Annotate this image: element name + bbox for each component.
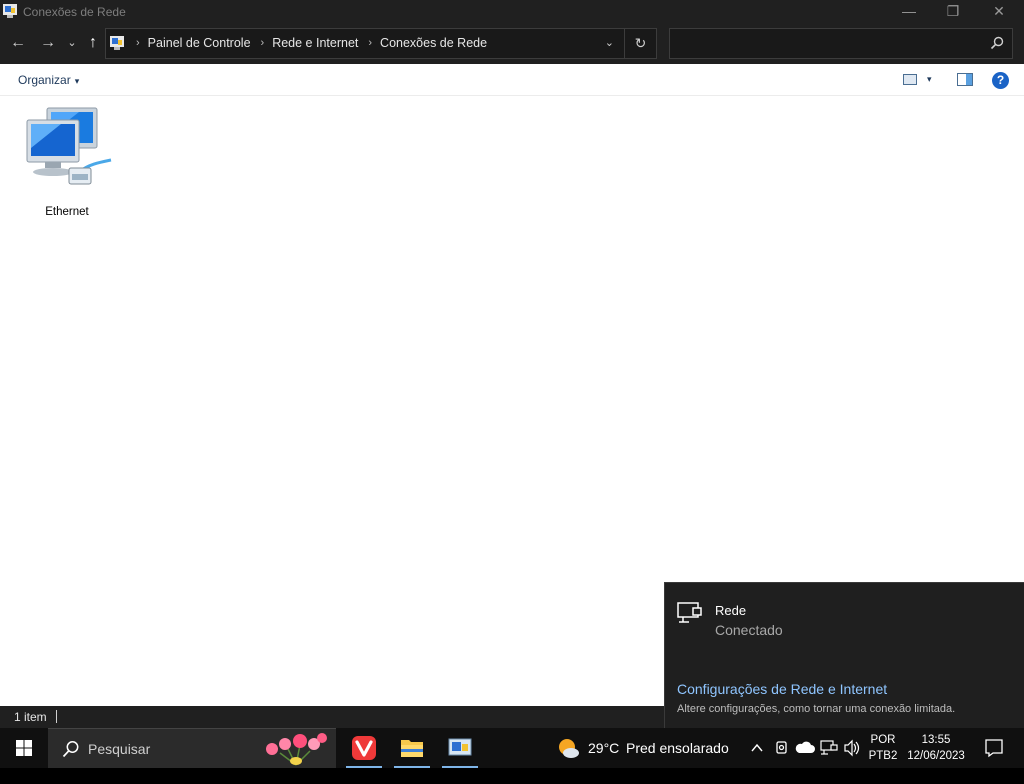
forward-button[interactable]: → [38,33,58,53]
clock-date: 12/06/2023 [907,750,965,762]
weather-condition: Pred ensolarado [626,740,729,756]
network-settings-link[interactable]: Configurações de Rede e Internet [677,681,887,697]
network-settings-description: Altere configurações, como tornar uma co… [677,703,956,715]
input-language-button[interactable]: POR PTB2 [864,732,902,764]
breadcrumb: › Painel de Controle › Rede e Internet ›… [130,36,487,50]
language-code: POR [870,734,896,746]
network-tray-icon[interactable] [818,728,840,768]
keyboard-layout: PTB2 [868,750,898,762]
taskbar-search-input[interactable]: Pesquisar [48,728,336,768]
network-name[interactable]: Rede [715,603,746,618]
chevron-down-icon: ▾ [74,76,80,86]
meet-now-icon [776,741,787,754]
item-count: 1 item [14,710,47,724]
cloud-icon [795,741,815,753]
list-item[interactable]: Ethernet [12,102,122,220]
breadcrumb-separator[interactable]: › [261,37,265,49]
partly-sunny-icon [559,739,579,758]
notification-icon [985,739,1003,758]
window-title: Conexões de Rede [23,5,126,19]
address-toolbar: ← → ⌄ ↑ › Painel de Controle › Rede e In… [0,23,1024,64]
taskbar-file-explorer[interactable] [392,728,432,768]
vivaldi-browser-icon [352,736,376,760]
minimize-button[interactable]: — [886,0,932,23]
breadcrumb-conexoes-de-rede[interactable]: Conexões de Rede [380,36,487,50]
recent-locations-button[interactable]: ⌄ [62,33,82,53]
control-panel-icon [448,738,472,756]
organize-label: Organizar [18,73,71,87]
breadcrumb-painel-de-controle[interactable]: Painel de Controle [148,36,251,50]
title-bar[interactable]: Conexões de Rede — ❐ ✕ [0,0,1024,23]
taskbar-search-placeholder: Pesquisar [88,741,151,757]
organize-menu-button[interactable]: Organizar ▾ [18,73,79,87]
item-label: Ethernet [45,206,89,218]
help-button[interactable]: ? [992,72,1009,89]
refresh-button[interactable]: ↻ [624,29,656,58]
taskbar-control-panel[interactable] [440,728,480,768]
status-divider [56,710,57,723]
breadcrumb-rede-e-internet[interactable]: Rede e Internet [272,36,358,50]
search-input[interactable] [669,28,1013,59]
network-connections-app-icon [3,4,17,18]
network-state: Conectado [715,622,783,638]
speaker-icon [844,739,860,757]
view-options-chevron-icon[interactable]: ▾ [927,74,932,85]
folder-icon [401,740,423,757]
network-computers-icon [26,107,112,185]
windows-logo-icon [16,740,32,756]
search-icon [990,36,1004,50]
breadcrumb-separator[interactable]: › [368,37,372,49]
back-button[interactable]: ← [8,33,28,53]
up-button[interactable]: ↑ [83,33,103,53]
wired-network-icon [820,740,838,755]
chevron-up-icon [751,743,763,752]
close-button[interactable]: ✕ [976,0,1022,23]
network-flyout: Rede Conectado Configurações de Rede e I… [664,582,1024,728]
address-history-dropdown[interactable]: ⌄ [605,36,614,49]
notification-center-button[interactable] [976,728,1012,768]
command-bar: Organizar ▾ ▾ ? [0,64,1024,96]
clock-time: 13:55 [921,734,951,746]
flowers-illustration-icon [266,733,327,766]
restore-button[interactable]: ❐ [930,0,976,23]
clock-button[interactable]: 13:55 12/06/2023 [904,732,968,764]
show-hidden-icons-button[interactable] [748,728,766,768]
control-panel-icon [110,36,124,50]
start-button[interactable] [0,728,48,768]
change-view-icon[interactable] [903,74,917,85]
taskbar: Pesquisar 29°C Pred ensolarado POR PTB2 … [0,728,1024,768]
volume-tray-icon[interactable] [842,728,862,768]
onedrive-tray-icon[interactable] [794,728,816,768]
search-icon [62,741,79,758]
address-bar[interactable]: › Painel de Controle › Rede e Internet ›… [105,28,657,59]
preview-pane-icon[interactable] [957,73,973,86]
tray-device-icon[interactable] [772,728,792,768]
wired-network-icon [677,602,702,623]
breadcrumb-separator: › [136,37,140,49]
weather-temperature: 29°C [588,740,620,756]
taskbar-vivaldi-browser[interactable] [344,728,384,768]
